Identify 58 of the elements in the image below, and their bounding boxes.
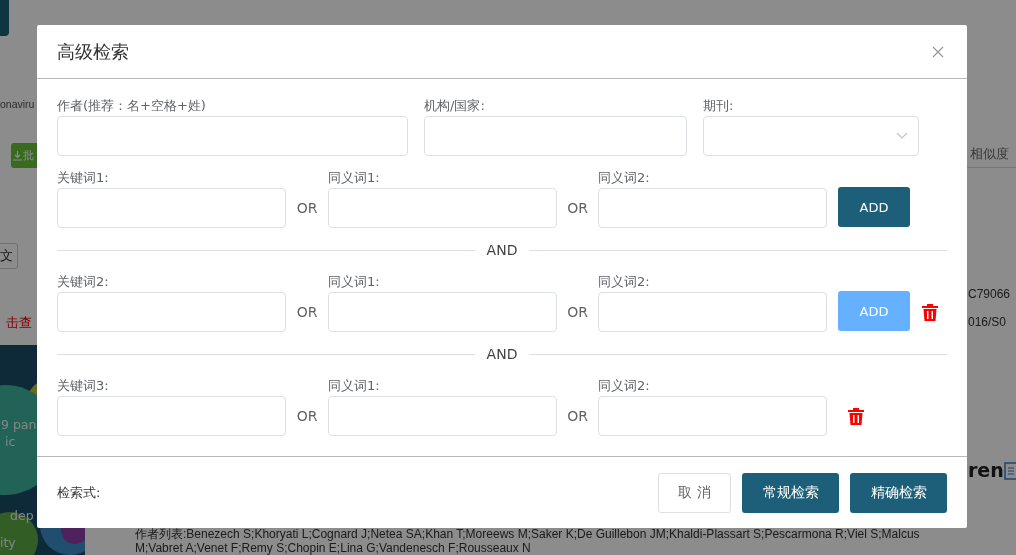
field-label: 同义词2: [598,273,651,291]
search-button[interactable]: 常规检索 [742,472,839,513]
dialog-title: 高级检索 [57,39,129,64]
doi-text: 016/S0 [968,315,1007,329]
field-label: 关键词3: [57,377,110,395]
author-list: 作者列表:Benezech S;Khoryati L;Cognard J;Netea SA;Khan T;Moreews M;Saker K;De Guillebon JM;Khaldi-Plassart S;Pescarmona R;Viel S;Malcus [135,528,920,542]
or-label: OR [566,303,589,322]
notice-link[interactable]: 击查 [6,314,32,332]
field-label: 同义词1: [328,273,381,291]
input-field[interactable] [598,396,827,436]
document-icon[interactable] [1004,462,1016,480]
input-field[interactable] [328,292,557,332]
field-label: 期刊: [703,97,735,115]
or-label: OR [566,199,589,218]
input-field[interactable] [598,188,827,228]
sort-label[interactable]: 相似度 [970,145,1009,163]
download-icon [13,150,22,161]
bubble-label: ic [5,434,16,449]
id-text: C79066 [968,287,1011,301]
or-label: OR [295,303,319,322]
trash-icon[interactable] [922,303,938,321]
field-label: 关键词1: [57,169,110,187]
input-field[interactable] [57,116,408,156]
bubble-label: ity [0,535,16,550]
cancel-button[interactable]: 取 消 [658,472,731,513]
and-connector: AND [486,346,518,362]
field-label: 同义词1: [328,169,381,187]
article-title: ren [968,459,1004,481]
or-label: OR [295,407,319,426]
field-label: 同义词2: [598,169,651,187]
field-label: 作者(推荐：名+空格+姓) [57,97,207,115]
search-button[interactable]: 精确检索 [850,472,947,513]
field-label: 同义词1: [328,377,381,395]
input-field[interactable] [57,188,286,228]
input-field[interactable] [424,116,687,156]
bubble-label: dep [10,508,34,523]
input-field[interactable] [598,292,827,332]
field-label: 机构/国家: [424,97,486,115]
filter-box[interactable]: 文 [0,243,18,269]
input-field[interactable] [57,396,286,436]
author-list: M;Vabret A;Venet F;Remy S;Chopin E;Lina G;Vandenesch F;Rousseaux N [135,541,920,555]
or-label: OR [295,199,319,218]
select-field[interactable] [703,116,919,156]
and-connector: AND [486,242,518,258]
input-field[interactable] [328,188,557,228]
input-field[interactable] [328,396,557,436]
query-label: 检索式: [57,483,101,502]
search-term: onaviru [0,98,35,110]
close-icon[interactable] [932,45,944,58]
bubble-label: 9 pan [1,417,37,432]
add-button[interactable]: ADD [838,187,910,227]
logo-tab[interactable] [0,0,9,36]
chevron-down-icon [896,132,908,140]
input-field[interactable] [57,292,286,332]
or-label: OR [566,407,589,426]
trash-icon[interactable] [848,407,864,425]
field-label: 同义词2: [598,377,651,395]
field-label: 关键词2: [57,273,110,291]
